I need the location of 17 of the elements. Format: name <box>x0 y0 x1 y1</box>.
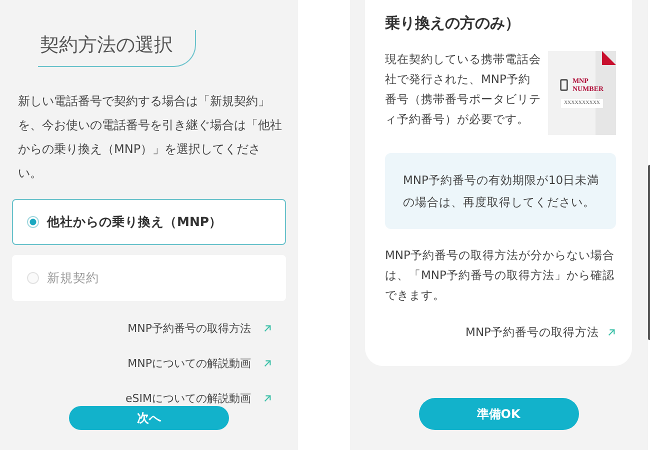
section-heading: 乗り換えの方のみ） <box>385 14 521 33</box>
external-link-icon <box>263 359 272 368</box>
help-link[interactable]: eSIMについての解説動画 <box>126 391 272 406</box>
body-text: 現在契約している携帯電話会社で発行された、MNP予約番号（携帯番号ポータビリティ予約番号）が必要です。 <box>385 51 541 128</box>
description-text: 新しい電話番号で契約する場合は「新規契約」を、今お使いの電話番号を引き継ぐ場合は「他社からの乗り換え（MNP）」を選択してください。 <box>18 93 282 182</box>
external-link-icon <box>607 328 616 337</box>
help-link[interactable]: MNPについての解説動画 <box>128 356 272 371</box>
help-text: MNP予約番号の取得方法が分からない場合は、「MNP予約番号の取得方法」から確認できます。 <box>385 247 616 304</box>
page-title: 契約方法の選択 <box>40 34 173 56</box>
notice-box: MNP予約番号の有効期限が10日未満の場合は、再度取得してください。 <box>385 153 616 229</box>
radio-icon <box>27 216 39 228</box>
external-link-icon <box>263 394 272 403</box>
radio-icon <box>27 272 39 284</box>
radio-option[interactable]: 他社からの乗り換え（MNP） <box>12 199 286 245</box>
help-link[interactable]: MNP予約番号の取得方法 <box>128 321 272 336</box>
external-link-icon <box>263 324 272 333</box>
help-link[interactable]: MNP予約番号の取得方法 <box>385 325 616 340</box>
